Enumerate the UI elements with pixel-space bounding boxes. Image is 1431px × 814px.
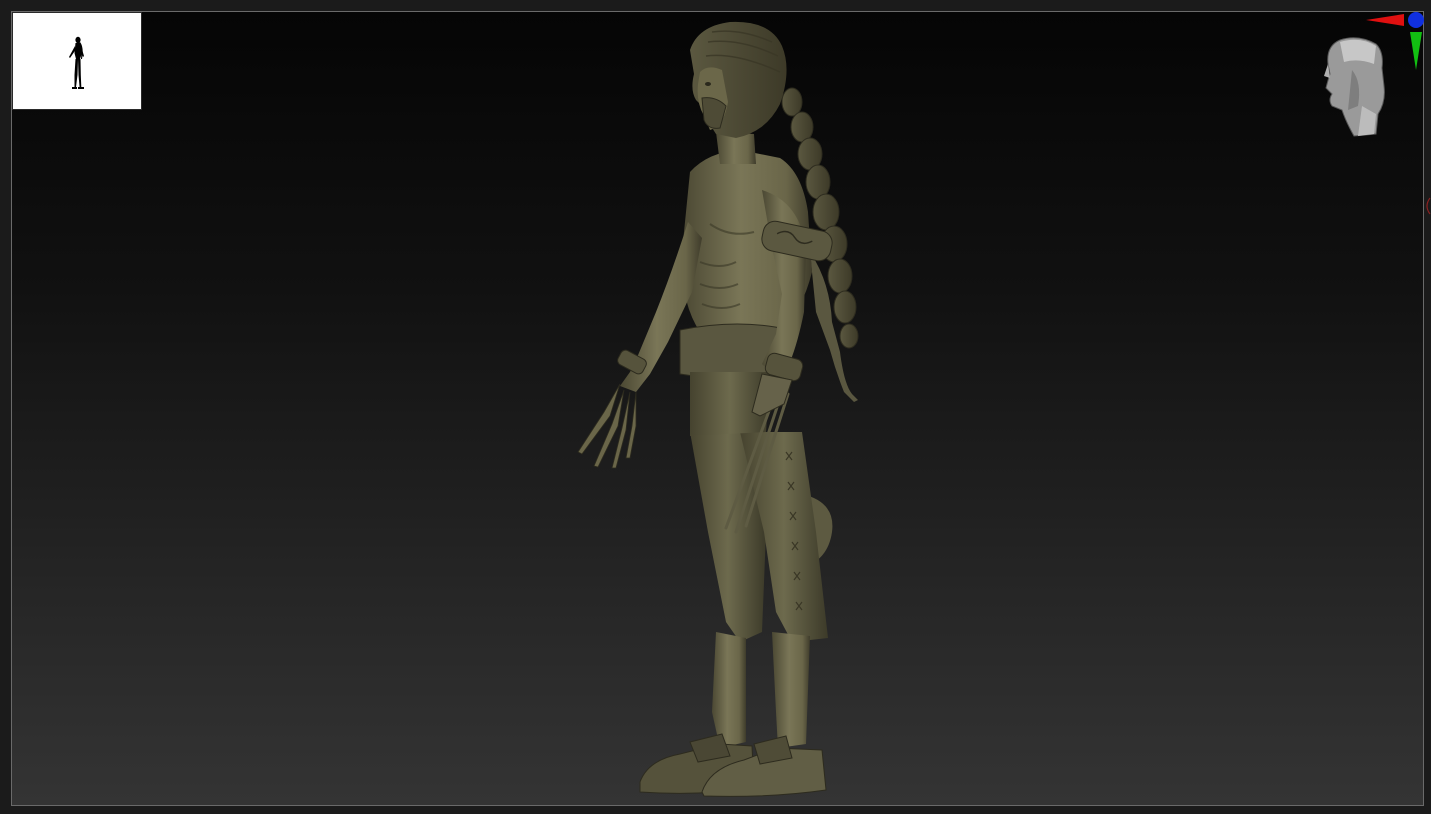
navigator-thumbnail[interactable] (12, 12, 142, 110)
head-orientation-gizmo[interactable] (1318, 10, 1428, 140)
zbrush-canvas-window (0, 0, 1431, 814)
figure-silhouette-icon (69, 36, 84, 89)
head-orientation-icon (1324, 37, 1385, 137)
edge-handle-icon (1426, 197, 1431, 215)
sculpted-character-model[interactable] (540, 12, 900, 802)
